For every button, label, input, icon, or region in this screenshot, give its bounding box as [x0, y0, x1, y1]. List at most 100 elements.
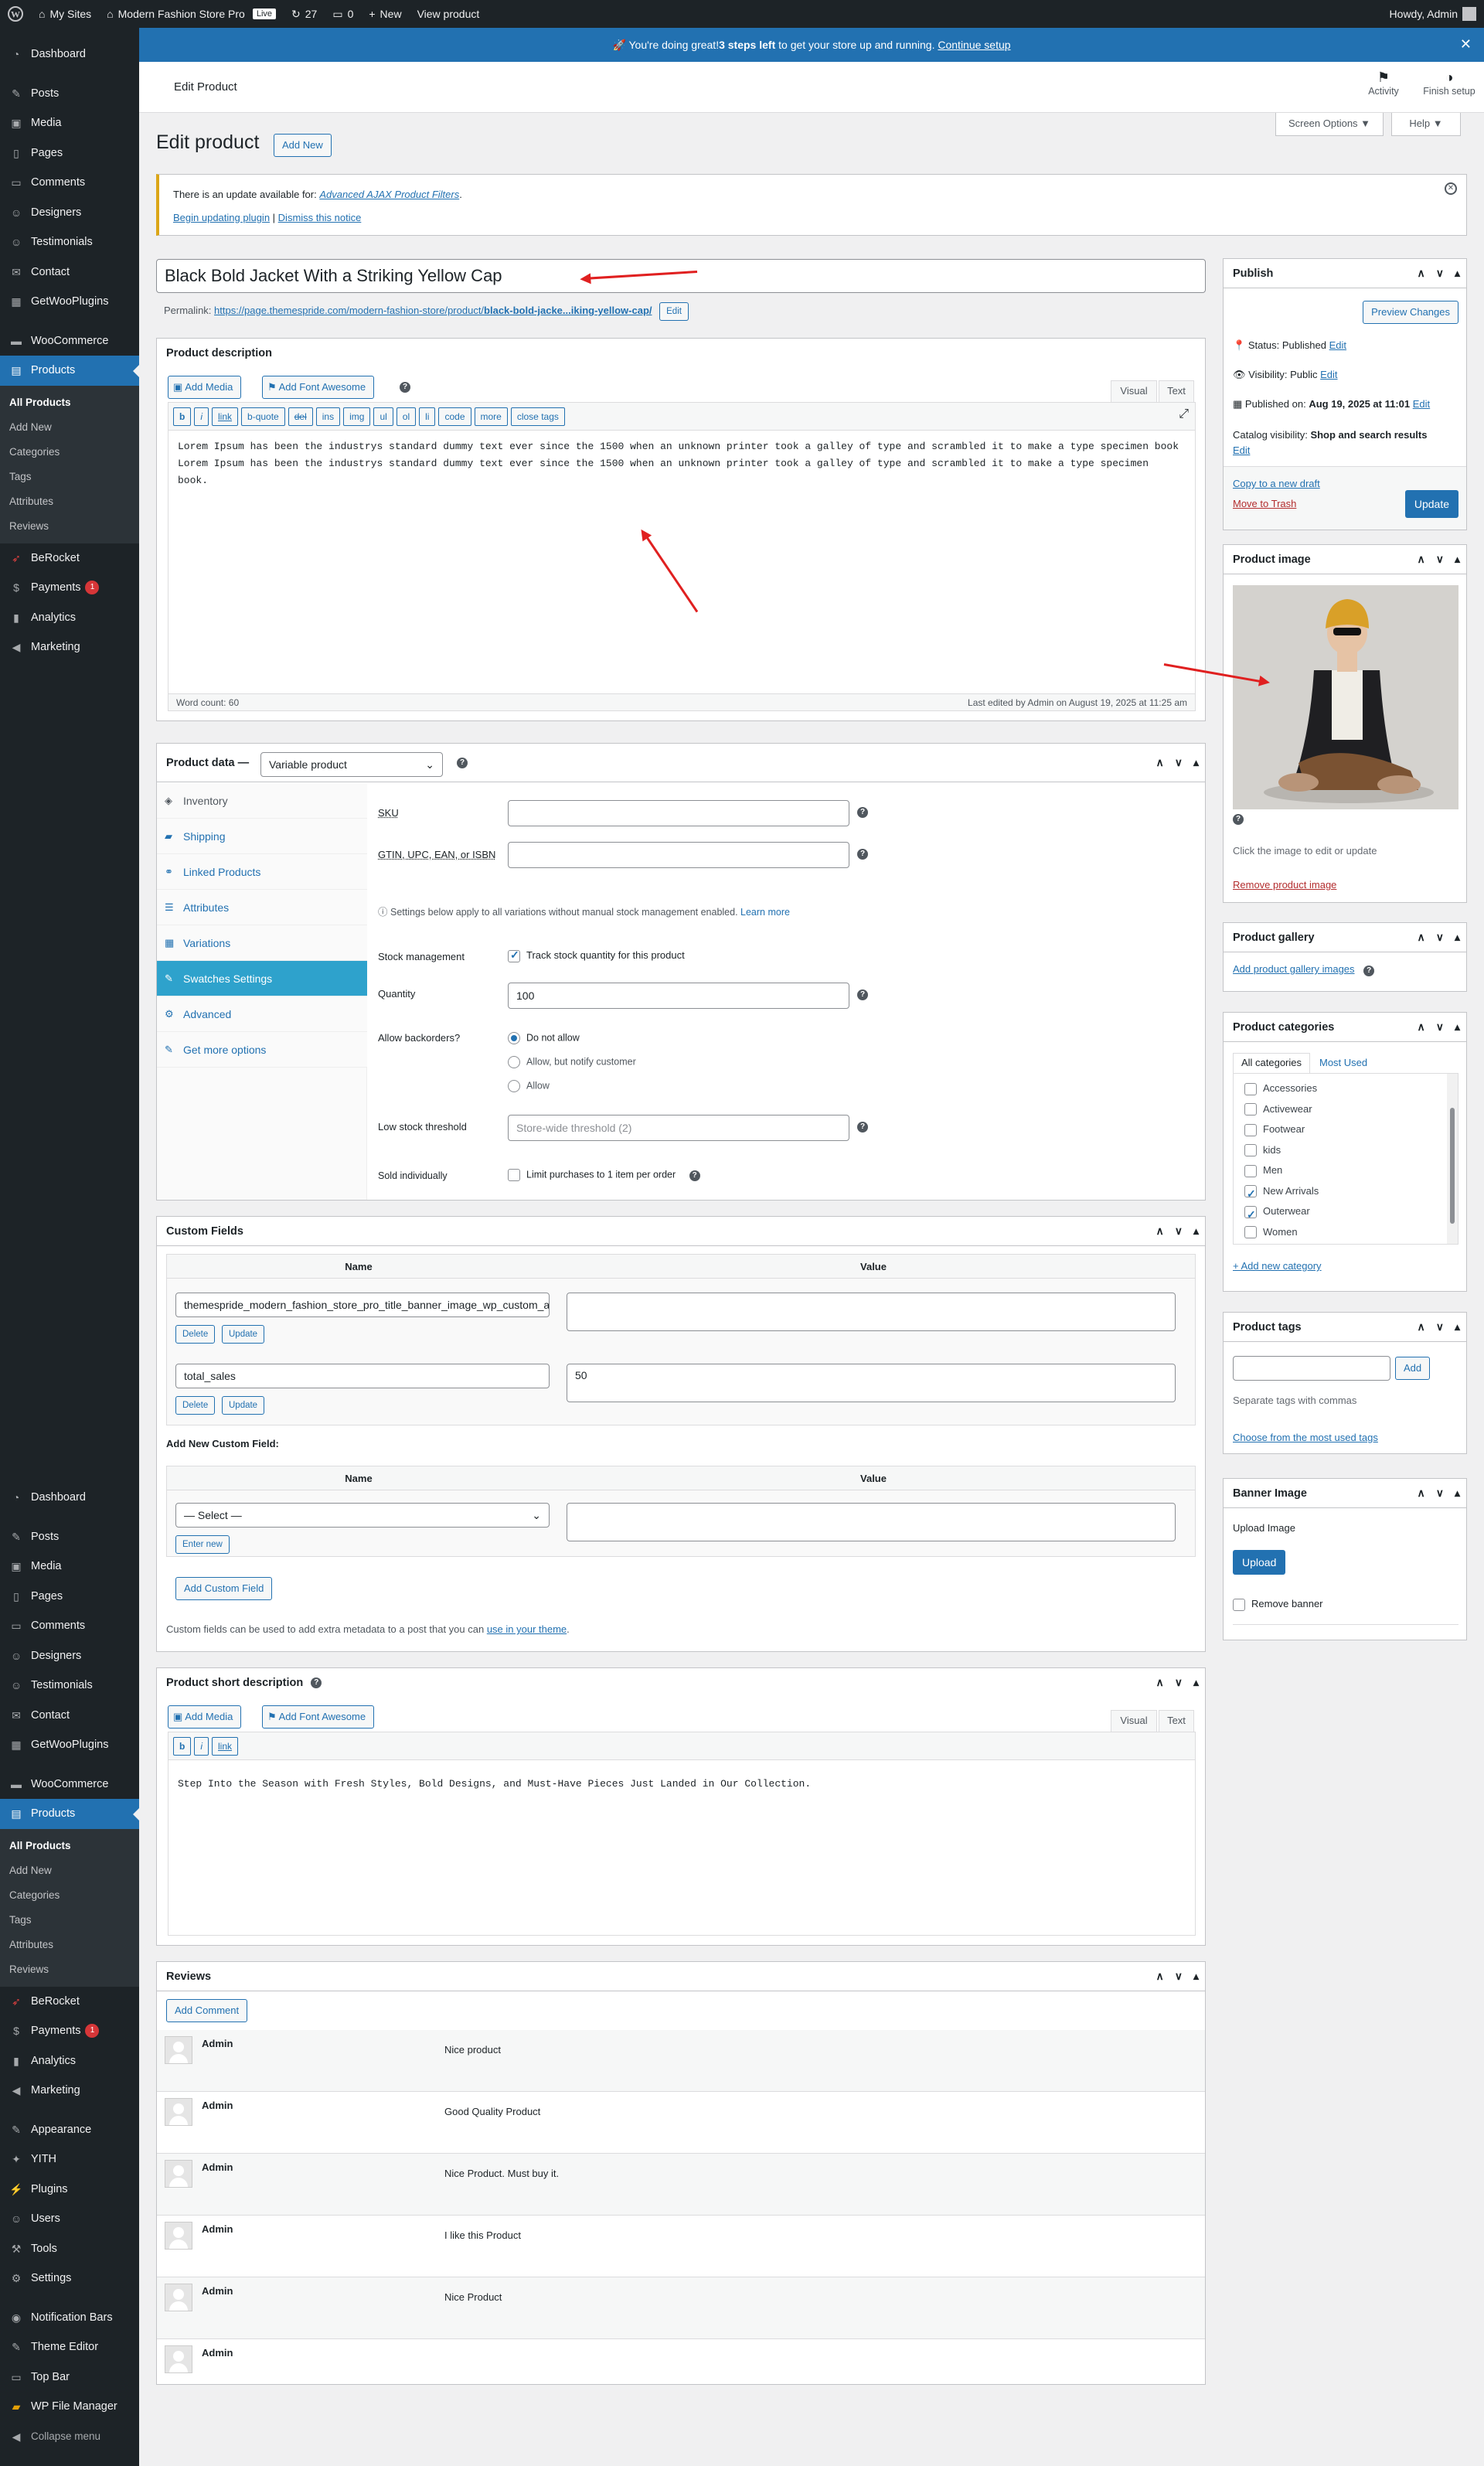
qtag-ul[interactable]: ul	[373, 407, 393, 426]
tag-input[interactable]	[1233, 1356, 1390, 1381]
tab-linked-products[interactable]: ⚭ Linked Products	[157, 854, 367, 890]
toggle-panel-icon[interactable]: ▴	[1455, 553, 1460, 566]
menu-marketing[interactable]: ◀ Marketing	[0, 2076, 139, 2106]
menu-testimonials[interactable]: ☺ Testimonials	[0, 227, 139, 257]
menu-comments[interactable]: ▭ Comments	[0, 168, 139, 198]
qtag-link[interactable]: link	[212, 1737, 239, 1756]
menu-media[interactable]: ▣ Media	[0, 1551, 139, 1582]
screen-options-button[interactable]: Screen Options ▼	[1275, 113, 1384, 136]
choose-most-used-tags-link[interactable]: Choose from the most used tags	[1233, 1432, 1378, 1443]
submenu-attributes[interactable]: Attributes	[0, 489, 139, 514]
tab-variations[interactable]: ▦ Variations	[157, 925, 367, 961]
qtag-close-tags[interactable]: close tags	[510, 407, 565, 426]
qtag-more[interactable]: more	[474, 407, 508, 426]
menu-dashboard[interactable]: ◔ Dashboard	[0, 1483, 139, 1513]
add-font-awesome-button[interactable]: ⚑ Add Font Awesome	[262, 376, 375, 399]
menu-notification-bars[interactable]: ◉ Notification Bars	[0, 2303, 139, 2333]
help-icon[interactable]: ?	[1233, 814, 1244, 825]
move-up-icon[interactable]: ∧	[1417, 553, 1424, 566]
text-tab[interactable]: Text	[1159, 380, 1194, 402]
description-textarea[interactable]: Lorem Ipsum has been the industrys stand…	[178, 438, 1183, 489]
custom-field-value-input[interactable]	[567, 1293, 1176, 1331]
use-in-theme-link[interactable]: use in your theme	[487, 1623, 567, 1635]
meta-key-select[interactable]: — Select — ⌄	[175, 1503, 550, 1528]
qtag-link[interactable]: link	[212, 407, 239, 426]
qtag-i[interactable]: i	[194, 1737, 209, 1756]
product-title-input[interactable]: Black Bold Jacket With a Striking Yellow…	[156, 259, 1206, 293]
menu-testimonials[interactable]: ☺ Testimonials	[0, 1671, 139, 1701]
menu-plugins[interactable]: ⚡ Plugins	[0, 2175, 139, 2205]
menu-dashboard[interactable]: ◔ Dashboard	[0, 39, 139, 70]
add-custom-field-button[interactable]: Add Custom Field	[175, 1577, 273, 1600]
qtag-li[interactable]: li	[419, 407, 436, 426]
toggle-panel-icon[interactable]: ▴	[1455, 1487, 1460, 1500]
edit-catalog-visibility-link[interactable]: Edit	[1233, 444, 1250, 456]
permalink-edit-button[interactable]: Edit	[659, 302, 689, 321]
menu-posts[interactable]: ✎ Posts	[0, 79, 139, 109]
help-icon[interactable]: ?	[457, 758, 468, 768]
dismiss-icon[interactable]: ✕	[1445, 182, 1457, 195]
qtag-i[interactable]: i	[194, 407, 209, 426]
plugin-link[interactable]: Advanced AJAX Product Filters	[319, 189, 459, 200]
menu-media[interactable]: ▣ Media	[0, 108, 139, 138]
qtag-ol[interactable]: ol	[396, 407, 417, 426]
help-button[interactable]: Help ▼	[1391, 113, 1461, 136]
comments-link[interactable]: ▭ 0	[325, 0, 361, 28]
new-content-link[interactable]: + New	[361, 0, 409, 28]
move-down-icon[interactable]: ∨	[1436, 931, 1444, 944]
wordpress-logo-icon[interactable]: W	[0, 0, 31, 28]
short-description-textarea[interactable]: Step Into the Season with Fresh Styles, …	[178, 1776, 1183, 1793]
add-font-awesome-button[interactable]: ⚑ Add Font Awesome	[262, 1705, 375, 1729]
help-icon[interactable]: ?	[857, 807, 868, 818]
category-checkbox[interactable]	[1244, 1184, 1257, 1204]
menu-top-bar[interactable]: ▭ Top Bar	[0, 2362, 139, 2393]
menu-appearance[interactable]: ✎ Appearance	[0, 2115, 139, 2145]
move-down-icon[interactable]: ∨	[1175, 756, 1183, 769]
tab-attributes[interactable]: ☰ Attributes	[157, 890, 367, 925]
add-tag-button[interactable]: Add	[1395, 1357, 1431, 1380]
sold-individually-checkbox[interactable]	[508, 1169, 520, 1181]
remove-product-image-link[interactable]: Remove product image	[1233, 879, 1336, 891]
fullscreen-icon[interactable]: ⤢	[1179, 407, 1189, 421]
move-up-icon[interactable]: ∧	[1417, 267, 1424, 280]
move-down-icon[interactable]: ∨	[1436, 1020, 1444, 1034]
product-image[interactable]	[1233, 585, 1458, 809]
backorder-allow-radio[interactable]	[508, 1080, 520, 1092]
tab-swatches-settings[interactable]: ✎ Swatches Settings	[157, 961, 367, 996]
submenu-reviews[interactable]: Reviews	[0, 514, 139, 539]
toggle-panel-icon[interactable]: ▴	[1193, 1970, 1199, 1983]
menu-designers[interactable]: ☺ Designers	[0, 1641, 139, 1671]
add-gallery-images-link[interactable]: Add product gallery images	[1233, 963, 1355, 975]
upload-button[interactable]: Upload	[1233, 1550, 1286, 1575]
menu-analytics[interactable]: ▮ Analytics	[0, 603, 139, 633]
menu-contact[interactable]: ✉ Contact	[0, 257, 139, 288]
close-icon[interactable]: ✕	[1460, 36, 1472, 53]
menu-getwooplugins[interactable]: ▦ GetWooPlugins	[0, 1730, 139, 1760]
help-icon[interactable]: ?	[857, 1122, 868, 1133]
menu-theme-editor[interactable]: ✎ Theme Editor	[0, 2332, 139, 2362]
submenu-tags[interactable]: Tags	[0, 1908, 139, 1933]
help-icon[interactable]: ?	[400, 382, 410, 393]
help-icon[interactable]: ?	[857, 989, 868, 1000]
category-scrollbar[interactable]	[1447, 1074, 1458, 1244]
menu-pages[interactable]: ▯ Pages	[0, 138, 139, 169]
submenu-attributes[interactable]: Attributes	[0, 1933, 139, 1957]
qtag-bquote[interactable]: b-quote	[241, 407, 285, 426]
menu-payments[interactable]: $ Payments 1	[0, 573, 139, 603]
move-to-trash-link[interactable]: Move to Trash	[1233, 498, 1296, 509]
menu-getwooplugins[interactable]: ▦ GetWooPlugins	[0, 287, 139, 317]
update-field-button[interactable]: Update	[222, 1325, 265, 1344]
menu-pages[interactable]: ▯ Pages	[0, 1582, 139, 1612]
menu-yith[interactable]: ✦ YITH	[0, 2144, 139, 2175]
begin-updating-link[interactable]: Begin updating plugin	[173, 212, 270, 223]
move-up-icon[interactable]: ∧	[1417, 1487, 1424, 1500]
visual-tab[interactable]: Visual	[1111, 380, 1157, 402]
sku-input[interactable]	[508, 800, 849, 826]
menu-contact[interactable]: ✉ Contact	[0, 1701, 139, 1731]
menu-woocommerce[interactable]: ▬ WooCommerce	[0, 1769, 139, 1800]
move-up-icon[interactable]: ∧	[1417, 1020, 1424, 1034]
move-up-icon[interactable]: ∧	[1156, 756, 1163, 769]
menu-payments[interactable]: $ Payments 1	[0, 2016, 139, 2046]
category-checkbox[interactable]	[1244, 1082, 1257, 1095]
tab-shipping[interactable]: ▰ Shipping	[157, 819, 367, 854]
